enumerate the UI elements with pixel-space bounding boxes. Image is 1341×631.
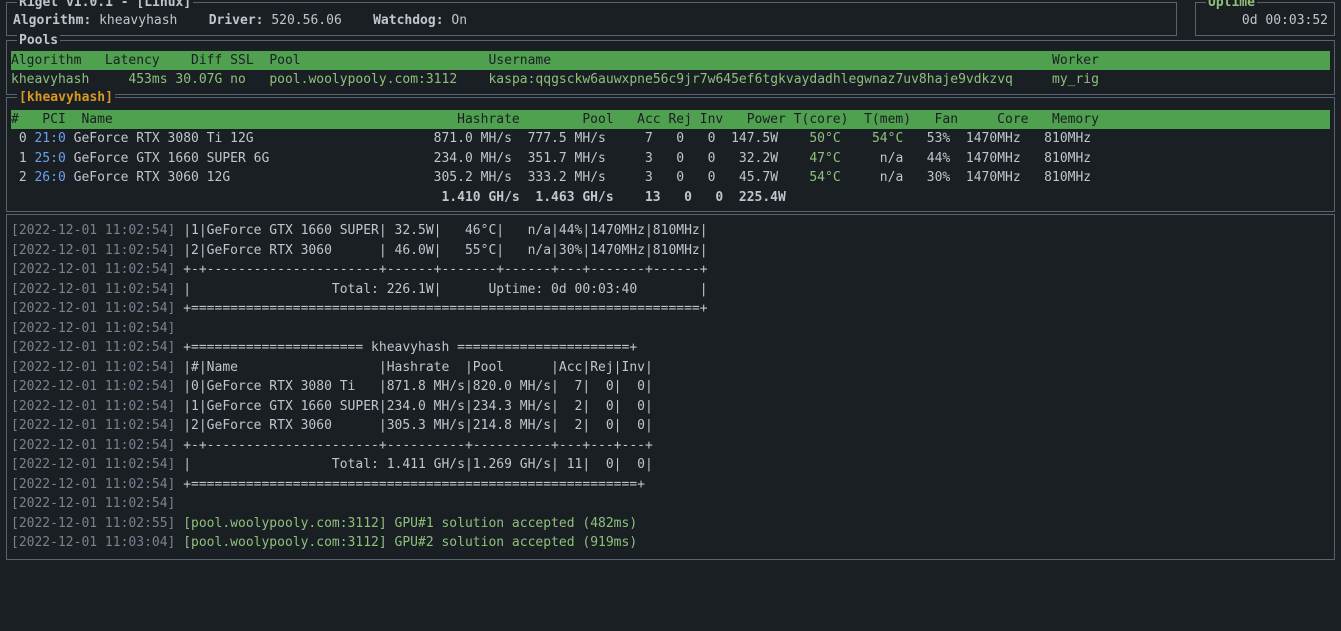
gpu-tmem: n/a (848, 170, 903, 185)
pool-addr: pool.woolypooly.com:3112 (269, 72, 480, 87)
log-ts: [2022-12-01 11:02:54] (11, 360, 175, 375)
pools-row: kheavyhash 453ms 30.07G no pool.woolypoo… (11, 70, 1330, 90)
log-line: [2022-12-01 11:02:54] (11, 319, 1330, 339)
log-text: |2|GeForce RTX 3060 |305.3 MH/s|214.8 MH… (175, 418, 652, 433)
header-box: Rigel v1.0.1 - [Linux] Algorithm: kheavy… (6, 2, 1177, 36)
log-ts: [2022-12-01 11:02:54] (11, 301, 175, 316)
log-ts: [2022-12-01 11:02:54] (11, 477, 175, 492)
log-line: [2022-12-01 11:03:04] [pool.woolypooly.c… (11, 533, 1330, 553)
log-ts: [2022-12-01 11:02:54] (11, 340, 175, 355)
algo-value: kheavyhash (99, 13, 177, 28)
log-line: [2022-12-01 11:02:54] +=================… (11, 299, 1330, 319)
log-line: [2022-12-01 11:02:54] (11, 494, 1330, 514)
log-text: |1|GeForce GTX 1660 SUPER|234.0 MH/s|234… (175, 399, 652, 414)
log-text: |1|GeForce GTX 1660 SUPER| 32.5W| 46°C| … (175, 223, 707, 238)
log-ts: [2022-12-01 11:02:54] (11, 496, 175, 511)
col-pool: Pool (269, 53, 480, 68)
col-ssl: SSL (230, 53, 253, 68)
driver-label: Driver: (209, 13, 264, 28)
gpu-name: GeForce RTX 3060 12G (74, 170, 426, 185)
log-line: [2022-12-01 11:02:54] |2|GeForce RTX 306… (11, 241, 1330, 261)
pools-header-row: Algorithm Latency Diff SSL Pool Username… (11, 51, 1330, 71)
log-text: |2|GeForce RTX 3060 | 46.0W| 55°C| n/a|3… (175, 243, 707, 258)
pool-diff: 30.07G (175, 72, 222, 87)
log-ts: [2022-12-01 11:02:54] (11, 399, 175, 414)
watchdog-value: On (451, 13, 467, 28)
log-ts: [2022-12-01 11:02:54] (11, 223, 175, 238)
log-line: [2022-12-01 11:02:54] |0|GeForce RTX 308… (11, 377, 1330, 397)
pool-algo: kheavyhash (11, 72, 97, 87)
log-text: +-+----------------------+------+-------… (175, 262, 707, 277)
log-text: +-+----------------------+----------+---… (175, 438, 652, 453)
log-line: [2022-12-01 11:02:55] [pool.woolypooly.c… (11, 514, 1330, 534)
watchdog-label: Watchdog: (373, 13, 443, 28)
pools-title: Pools (17, 31, 60, 51)
algo-label: Algorithm: (13, 13, 91, 28)
log-text: | Total: 226.1W| Uptime: 0d 00:03:40 | (175, 282, 707, 297)
log-line: [2022-12-01 11:02:54] |1|GeForce GTX 166… (11, 221, 1330, 241)
gpu-total-row: 1.410 GH/s 1.463 GH/s 13 0 0 225.4W (11, 188, 1330, 208)
log-text: |#|Name |Hashrate |Pool |Acc|Rej|Inv| (175, 360, 652, 375)
pool-user: kaspa:qqgsckw6auwxpne56c9jr7w645ef6tgkva… (488, 72, 1036, 87)
gpu-tcore: 50°C (786, 131, 841, 146)
gpu-title: [kheavyhash] (17, 88, 115, 108)
log-text: +====================== kheavyhash =====… (175, 340, 637, 355)
log-text: +=======================================… (175, 301, 707, 316)
log-text: +=======================================… (175, 477, 645, 492)
log-line: [2022-12-01 11:02:54] |2|GeForce RTX 306… (11, 416, 1330, 436)
gpu-pci: 21:0 (34, 131, 65, 146)
gpu-row: 0 21:0 GeForce RTX 3080 Ti 12G 871.0 MH/… (11, 129, 1330, 149)
log-ts: [2022-12-01 11:02:54] (11, 321, 175, 336)
col-diff: Diff (175, 53, 222, 68)
uptime-value: 0d 00:03:52 (1242, 13, 1328, 28)
log-line: [2022-12-01 11:02:54] +-+---------------… (11, 260, 1330, 280)
log-line: [2022-12-01 11:02:54] +-+---------------… (11, 436, 1330, 456)
log-line: [2022-12-01 11:02:54] +=================… (11, 338, 1330, 358)
col-latency: Latency (105, 53, 168, 68)
gpu-pci: 25:0 (34, 151, 65, 166)
log-ts: [2022-12-01 11:02:54] (11, 418, 175, 433)
gpu-header-row: # PCI Name Hashrate Pool Acc Rej Inv Pow… (11, 110, 1330, 130)
pool-worker: my_rig (1044, 72, 1099, 87)
log-line: [2022-12-01 11:02:54] | Total: 226.1W| U… (11, 280, 1330, 300)
uptime-label: Uptime (1206, 0, 1257, 13)
app-title: Rigel v1.0.1 - [Linux] (17, 0, 193, 13)
log-line: [2022-12-01 11:02:54] | Total: 1.411 GH/… (11, 455, 1330, 475)
gpu-tmem: n/a (848, 151, 903, 166)
log-text: |0|GeForce RTX 3080 Ti |871.8 MH/s|820.0… (175, 379, 652, 394)
pool-ssl: no (230, 72, 253, 87)
col-user: Username (488, 53, 1036, 68)
gpu-name: GeForce GTX 1660 SUPER 6G (74, 151, 426, 166)
log-ts: [2022-12-01 11:02:54] (11, 438, 175, 453)
log-text: | Total: 1.411 GH/s|1.269 GH/s| 11| 0| 0… (175, 457, 652, 472)
gpu-tmem: 54°C (848, 131, 903, 146)
log-line: [2022-12-01 11:02:54] |#|Name |Hashrate … (11, 358, 1330, 378)
gpu-box: [kheavyhash] # PCI Name Hashrate Pool Ac… (6, 97, 1335, 213)
log-line: [2022-12-01 11:02:54] +=================… (11, 475, 1330, 495)
log-ts: [2022-12-01 11:02:54] (11, 282, 175, 297)
log-line: [2022-12-01 11:02:54] |1|GeForce GTX 166… (11, 397, 1330, 417)
gpu-row: 1 25:0 GeForce GTX 1660 SUPER 6G 234.0 M… (11, 149, 1330, 169)
uptime-box: Uptime 0d 00:03:52 (1195, 2, 1335, 36)
driver-value: 520.56.06 (271, 13, 341, 28)
log-ts: [2022-12-01 11:02:54] (11, 457, 175, 472)
pools-box: Pools Algorithm Latency Diff SSL Pool Us… (6, 40, 1335, 95)
col-worker: Worker (1044, 53, 1099, 68)
gpu-row: 2 26:0 GeForce RTX 3060 12G 305.2 MH/s 3… (11, 168, 1330, 188)
pool-latency: 453ms (105, 72, 168, 87)
log-text: [pool.woolypooly.com:3112] GPU#1 solutio… (175, 516, 637, 531)
gpu-pci: 26:0 (34, 170, 65, 185)
log-ts: [2022-12-01 11:02:54] (11, 262, 175, 277)
gpu-tcore: 47°C (786, 151, 841, 166)
log-text: [pool.woolypooly.com:3112] GPU#2 solutio… (175, 535, 637, 550)
log-box[interactable]: [2022-12-01 11:02:54] |1|GeForce GTX 166… (6, 214, 1335, 560)
log-ts: [2022-12-01 11:02:55] (11, 516, 175, 531)
log-ts: [2022-12-01 11:02:54] (11, 243, 175, 258)
gpu-tcore: 54°C (786, 170, 841, 185)
log-ts: [2022-12-01 11:03:04] (11, 535, 175, 550)
col-algo: Algorithm (11, 53, 97, 68)
gpu-name: GeForce RTX 3080 Ti 12G (74, 131, 426, 146)
log-ts: [2022-12-01 11:02:54] (11, 379, 175, 394)
